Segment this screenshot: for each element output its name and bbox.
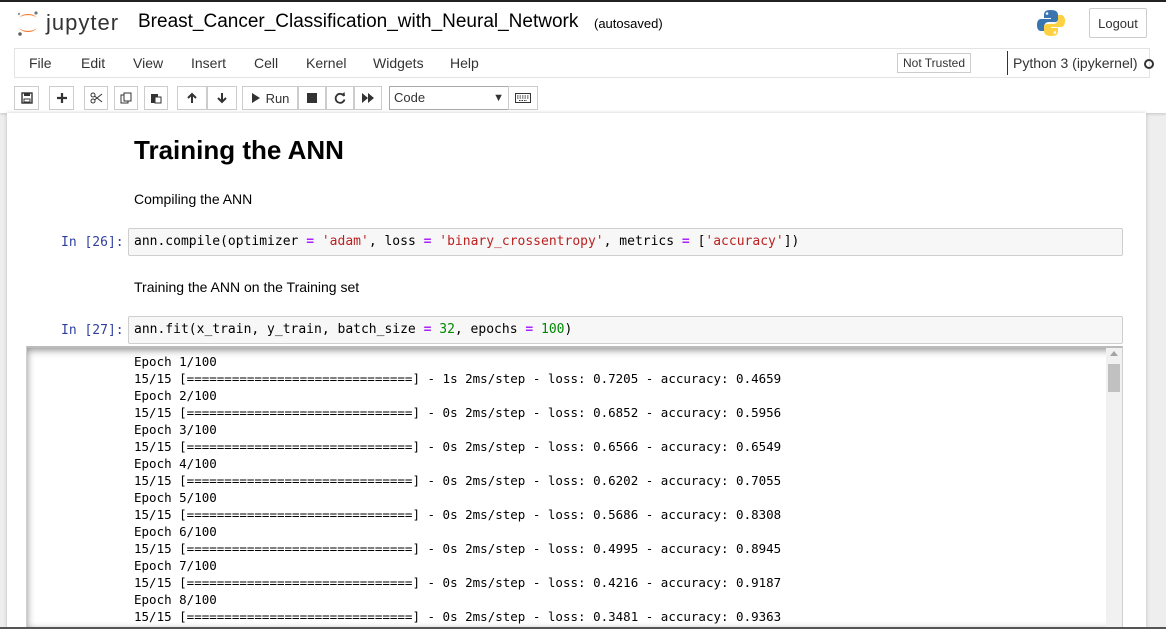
restart-button[interactable] xyxy=(326,86,354,110)
output-line: 15/15 [==============================] -… xyxy=(134,609,782,624)
code-cell-27-input[interactable]: ann.fit(x_train, y_train, batch_size = 3… xyxy=(128,316,1123,344)
output-line: Epoch 6/100 xyxy=(134,524,217,539)
command-palette-button[interactable] xyxy=(508,86,538,110)
output-line: 15/15 [==============================] -… xyxy=(134,371,782,386)
notebook-title[interactable]: Breast_Cancer_Classification_with_Neural… xyxy=(138,11,578,33)
menu-edit[interactable]: Edit xyxy=(81,55,105,71)
output-line: Epoch 8/100 xyxy=(134,592,217,607)
insert-cell-button[interactable] xyxy=(49,86,74,110)
save-button[interactable] xyxy=(14,86,39,110)
output-line: 15/15 [==============================] -… xyxy=(134,575,782,590)
logout-button[interactable]: Logout xyxy=(1089,8,1147,38)
markdown-text-training: Training the ANN on the Training set xyxy=(134,279,360,295)
output-line: Epoch 1/100 xyxy=(134,354,217,369)
run-label: Run xyxy=(265,90,290,106)
menu-help[interactable]: Help xyxy=(450,55,479,71)
logo-text: jupyter xyxy=(46,10,120,35)
trust-status-button[interactable]: Not Trusted xyxy=(897,53,972,73)
code-text: ann.fit(x_train, y_train, batch_size = 3… xyxy=(134,322,573,337)
output-line: Epoch 2/100 xyxy=(134,388,217,403)
scissors-icon xyxy=(90,92,102,104)
copy-icon xyxy=(120,92,132,104)
move-down-button[interactable] xyxy=(207,86,237,110)
keyboard-icon xyxy=(515,93,531,103)
paste-icon xyxy=(151,94,162,104)
output-line: 15/15 [==============================] -… xyxy=(134,541,782,556)
copy-cell-button[interactable] xyxy=(114,86,138,110)
restart-run-all-button[interactable] xyxy=(354,86,382,110)
markdown-text-compiling: Compiling the ANN xyxy=(134,191,253,207)
move-up-button[interactable] xyxy=(177,86,207,110)
plus-icon xyxy=(56,93,67,103)
scrollbar-thumb[interactable] xyxy=(1108,364,1120,392)
output-line: 15/15 [==============================] -… xyxy=(134,405,782,420)
cut-cell-button[interactable] xyxy=(84,86,108,110)
arrow-up-icon xyxy=(187,92,197,103)
menu-file[interactable]: File xyxy=(29,55,52,71)
output-scrollbar[interactable] xyxy=(1106,348,1122,628)
fast-forward-icon xyxy=(362,93,374,103)
menu-cell[interactable]: Cell xyxy=(254,55,278,71)
code-text: ann.compile(optimizer = 'adam', loss = '… xyxy=(134,234,800,249)
jupyter-logo[interactable]: jupyter xyxy=(16,8,119,38)
autosave-status: (autosaved) xyxy=(594,16,663,31)
kernel-idle-indicator-icon xyxy=(1144,59,1154,69)
jupyter-logo-icon xyxy=(17,11,38,36)
python-logo-icon xyxy=(1036,8,1066,43)
chevron-down-icon: ▼ xyxy=(493,92,504,104)
input-prompt-27: In [27]: xyxy=(61,323,124,338)
input-prompt-26: In [26]: xyxy=(61,235,124,250)
output-line: Epoch 4/100 xyxy=(134,456,217,471)
notebook-container: Training the ANN Compiling the ANN In [2… xyxy=(7,113,1146,629)
cell-type-select[interactable]: Code ▼ xyxy=(389,86,511,110)
output-line: Epoch 5/100 xyxy=(134,490,217,505)
code-cell-26-input[interactable]: ann.compile(optimizer = 'adam', loss = '… xyxy=(128,228,1123,256)
cell-output-area[interactable]: Epoch 1/100 15/15 [======================… xyxy=(26,346,1123,629)
save-icon xyxy=(20,92,33,104)
output-line: Epoch 3/100 xyxy=(134,422,217,437)
menu-view[interactable]: View xyxy=(133,55,163,71)
output-line: 15/15 [==============================] -… xyxy=(134,507,782,522)
arrow-down-icon xyxy=(217,93,227,104)
output-line: 15/15 [==============================] -… xyxy=(134,439,782,454)
cell-type-value: Code xyxy=(394,90,426,105)
paste-cell-button[interactable] xyxy=(144,86,168,110)
menu-widgets[interactable]: Widgets xyxy=(373,55,424,71)
menubar: File Edit View Insert Cell Kernel Widget… xyxy=(14,48,1154,78)
menu-kernel[interactable]: Kernel xyxy=(306,55,346,71)
kernel-name[interactable]: Python 3 (ipykernel) xyxy=(1007,51,1138,75)
run-icon xyxy=(251,93,260,103)
output-text: Epoch 1/100 15/15 [======================… xyxy=(134,353,781,625)
menu-insert[interactable]: Insert xyxy=(191,55,226,71)
header: jupyter Breast_Cancer_Classification_wit… xyxy=(0,0,1166,113)
output-line: 15/15 [==============================] -… xyxy=(134,473,782,488)
output-line: Epoch 7/100 xyxy=(134,558,217,573)
restart-icon xyxy=(334,92,346,104)
stop-icon xyxy=(307,93,317,103)
scroll-up-arrow-icon[interactable] xyxy=(1110,351,1118,356)
run-button[interactable]: Run xyxy=(242,86,298,110)
interrupt-button[interactable] xyxy=(298,86,326,110)
markdown-heading: Training the ANN xyxy=(134,135,344,165)
